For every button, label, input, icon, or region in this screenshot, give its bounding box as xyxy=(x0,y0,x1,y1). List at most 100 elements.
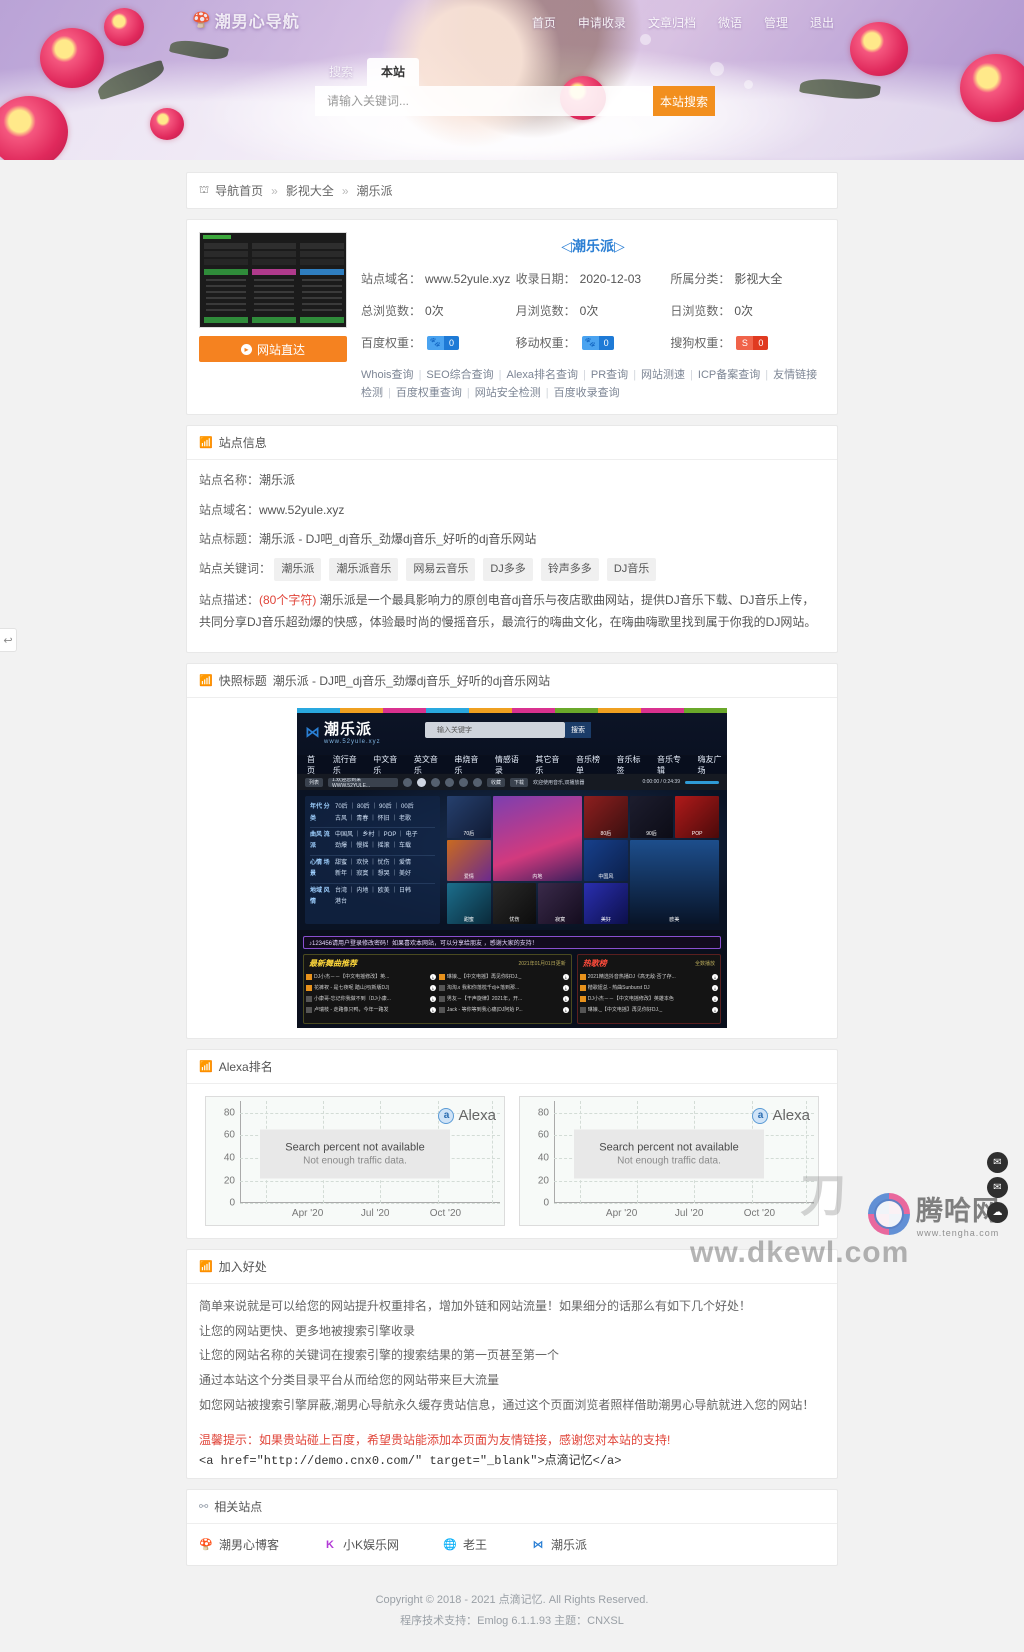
benefits-code-snippet[interactable]: <a href="http://demo.cnx0.com/" target="… xyxy=(199,1451,825,1468)
nav-logout[interactable]: 退出 xyxy=(810,14,834,31)
panel-column: 2021精选抖音热播DJ《高无敌·否了存...⤓ 楷歌妞总 - 热曲Sunbur… xyxy=(580,971,718,1015)
query-link-alexa[interactable]: Alexa排名查询 xyxy=(507,369,579,381)
download-icon: ⤓ xyxy=(430,974,436,980)
message-button[interactable]: ✉ xyxy=(987,1177,1008,1198)
breadcrumb-home[interactable]: 导航首页 xyxy=(215,182,263,199)
snapshot-tile: 70后 xyxy=(447,796,491,837)
player-next-icon xyxy=(431,778,440,787)
collapse-tab[interactable]: ↩ xyxy=(0,628,17,652)
main-navigation[interactable]: 首页 申请收录 文章归档 微语 管理 退出 xyxy=(532,14,834,31)
related-site-item[interactable]: K 小K娱乐网 xyxy=(323,1536,399,1553)
info-row-keywords: 站点关键词： 潮乐派 潮乐派音乐 网易云音乐 DJ多多 铃声多多 DJ音乐 xyxy=(199,558,825,581)
content-container: ⛫ 导航首页 » 影视大全 » 潮乐派 xyxy=(186,172,838,1652)
snapshot-filter-row: 地域 风情 台湾 ｜ 内地 ｜ 欧美 ｜ 日韩港台 xyxy=(310,884,435,911)
download-icon: ⤓ xyxy=(430,1007,436,1013)
search-bar: 本站搜索 xyxy=(315,86,715,116)
visit-site-button[interactable]: ▸ 网站直达 xyxy=(199,336,347,362)
snapshot-logo-text: 潮乐派 xyxy=(324,721,372,738)
site-thumbnail[interactable] xyxy=(199,232,347,328)
search-tabs[interactable]: 搜索 本站 xyxy=(315,58,715,86)
nav-submit[interactable]: 申请收录 xyxy=(578,14,626,31)
breadcrumb-separator: » xyxy=(342,184,349,198)
nav-archive[interactable]: 文章归档 xyxy=(648,14,696,31)
chart-empty-state: Search percent not available Not enough … xyxy=(574,1129,764,1178)
filter-line: 70后 ｜ 80后 ｜ 90后 ｜ 00后 xyxy=(335,804,414,810)
nav-home[interactable]: 首页 xyxy=(532,14,556,31)
query-link-baiduindex[interactable]: 百度收录查询 xyxy=(554,387,620,399)
download-icon: ⤓ xyxy=(712,974,718,980)
related-site-item[interactable]: ⋈ 潮乐派 xyxy=(531,1536,587,1553)
search-tab-site[interactable]: 本站 xyxy=(367,58,419,86)
keyword-tag[interactable]: 铃声多多 xyxy=(541,558,599,581)
player-prev-icon xyxy=(403,778,412,787)
query-tools-links[interactable]: Whois查询|SEO综合查询|Alexa排名查询|PR查询|网站测速|ICP备… xyxy=(361,367,825,402)
k-logo-icon: K xyxy=(323,1538,337,1552)
chart-y-tick: 0 xyxy=(543,1198,549,1209)
panel-header: 热歌榜 全数播放 xyxy=(580,957,718,969)
download-icon: ⤓ xyxy=(712,1007,718,1013)
snapshot-player-now: 1.欢迎您到来 WWW.52YULE... xyxy=(328,778,398,787)
player-play-icon xyxy=(417,778,426,787)
info-row-description: 站点描述：(80个字符) 潮乐派是一个最具影响力的原创电音dj音乐与夜店歌曲网站… xyxy=(199,590,825,633)
snapshot-nav-item: 其它音乐 xyxy=(535,754,565,776)
chart-y-tick: 40 xyxy=(538,1152,549,1163)
track-item: 卢瑞枝 - 走路像只鸭，今年一路发⤓ xyxy=(306,1004,436,1015)
flower-decoration xyxy=(104,8,144,46)
track-item: 琳娘._【中文电摇】再见你好DJ._⤓ xyxy=(580,1004,718,1015)
alexa-header: 📶 Alexa排名 xyxy=(187,1050,837,1084)
query-link-security[interactable]: 网站安全检测 xyxy=(475,387,541,399)
query-link-pr[interactable]: PR查询 xyxy=(591,369,628,381)
alexa-logo: a Alexa xyxy=(752,1107,810,1124)
notification-button[interactable]: ✉ xyxy=(987,1152,1008,1173)
snapshot-hot-chart-panel: 热歌榜 全数播放 2021精选抖音热播DJ《高无敌·否了存...⤓ 楷歌妞总 -… xyxy=(577,954,721,1024)
site-logo[interactable]: 🍄 潮男心导航 xyxy=(192,8,300,32)
chart-x-tick: Apr '20 xyxy=(292,1208,323,1219)
query-link-icp[interactable]: ICP备案查询 xyxy=(698,369,760,381)
flower-decoration xyxy=(40,28,104,88)
track-item: 楷歌妞总 - 热曲Sunburst DJ⤓ xyxy=(580,982,718,993)
query-link-seo[interactable]: SEO综合查询 xyxy=(426,369,493,381)
site-info-header: 📶 站点信息 xyxy=(187,426,837,460)
rss-icon: 📶 xyxy=(199,436,213,449)
snapshot-player-time: 0:00:00 / 0:24:39 xyxy=(642,779,680,785)
snapshot-image[interactable]: ⋈ 潮乐派 www.52yule.xyz 输入关键字 搜索 首页 流行音乐 中文… xyxy=(297,708,727,1028)
search-input[interactable] xyxy=(315,86,653,116)
track-index xyxy=(306,1007,312,1013)
keyword-tag[interactable]: 潮乐派 xyxy=(274,558,321,581)
keyword-tag[interactable]: 潮乐派音乐 xyxy=(329,558,398,581)
query-link-whois[interactable]: Whois查询 xyxy=(361,369,414,381)
site-title-text: 潮乐派 xyxy=(572,238,614,254)
nav-admin[interactable]: 管理 xyxy=(764,14,788,31)
keyword-tag[interactable]: DJ音乐 xyxy=(607,558,656,581)
rss-icon: 📶 xyxy=(199,1260,213,1273)
download-icon: ⤓ xyxy=(712,985,718,991)
snapshot-nav-item: 情感语录 xyxy=(495,754,525,776)
related-site-item[interactable]: 🍄 潮男心博客 xyxy=(199,1536,279,1553)
filter-line: 台湾 ｜ 内地 ｜ 欧美 ｜ 日韩 xyxy=(335,888,411,894)
search-tab-global[interactable]: 搜索 xyxy=(315,58,367,86)
nav-weiyu[interactable]: 微语 xyxy=(718,14,742,31)
snapshot-body: ⋈ 潮乐派 www.52yule.xyz 输入关键字 搜索 首页 流行音乐 中文… xyxy=(187,698,837,1038)
track-index xyxy=(439,1007,445,1013)
search-submit-button[interactable]: 本站搜索 xyxy=(653,86,715,116)
site-overview-card: ▸ 网站直达 ◁潮乐派▷ 站点域名：www.52yule.xyz 收录日期：20… xyxy=(186,219,838,415)
bokeh-decoration xyxy=(744,80,753,89)
query-link-speed[interactable]: 网站测速 xyxy=(641,369,685,381)
floating-action-rail[interactable]: ✉ ✉ ☁ xyxy=(987,1152,1008,1223)
chart-y-tick: 60 xyxy=(538,1130,549,1141)
panel-title: 热歌榜 xyxy=(583,958,607,969)
related-site-item[interactable]: 🌐 老王 xyxy=(443,1536,487,1553)
keyword-tag[interactable]: DJ多多 xyxy=(483,558,532,581)
related-site-label: 老王 xyxy=(463,1536,487,1553)
player-rewind-icon xyxy=(445,778,454,787)
cloud-button[interactable]: ☁ xyxy=(987,1202,1008,1223)
breadcrumb-category[interactable]: 影视大全 xyxy=(286,182,334,199)
query-link-baiduweight[interactable]: 百度权重查询 xyxy=(396,387,462,399)
keyword-tag[interactable]: 网易云音乐 xyxy=(406,558,475,581)
snapshot-tile: 甜蜜 xyxy=(447,883,491,924)
snapshot-filter-row: 曲风 流派 中国风 ｜ 乡村 ｜ POP ｜ 电子劲爆 ｜ 慢摇 ｜ 摇滚 ｜ … xyxy=(310,828,435,856)
info-row-name: 站点名称：潮乐派 xyxy=(199,470,825,490)
track-item: DJ小杰－－【中文电摇修改】英...⤓ xyxy=(306,971,436,982)
chart-y-tick: 0 xyxy=(229,1198,235,1209)
benefits-heading: 加入好处 xyxy=(219,1258,267,1275)
